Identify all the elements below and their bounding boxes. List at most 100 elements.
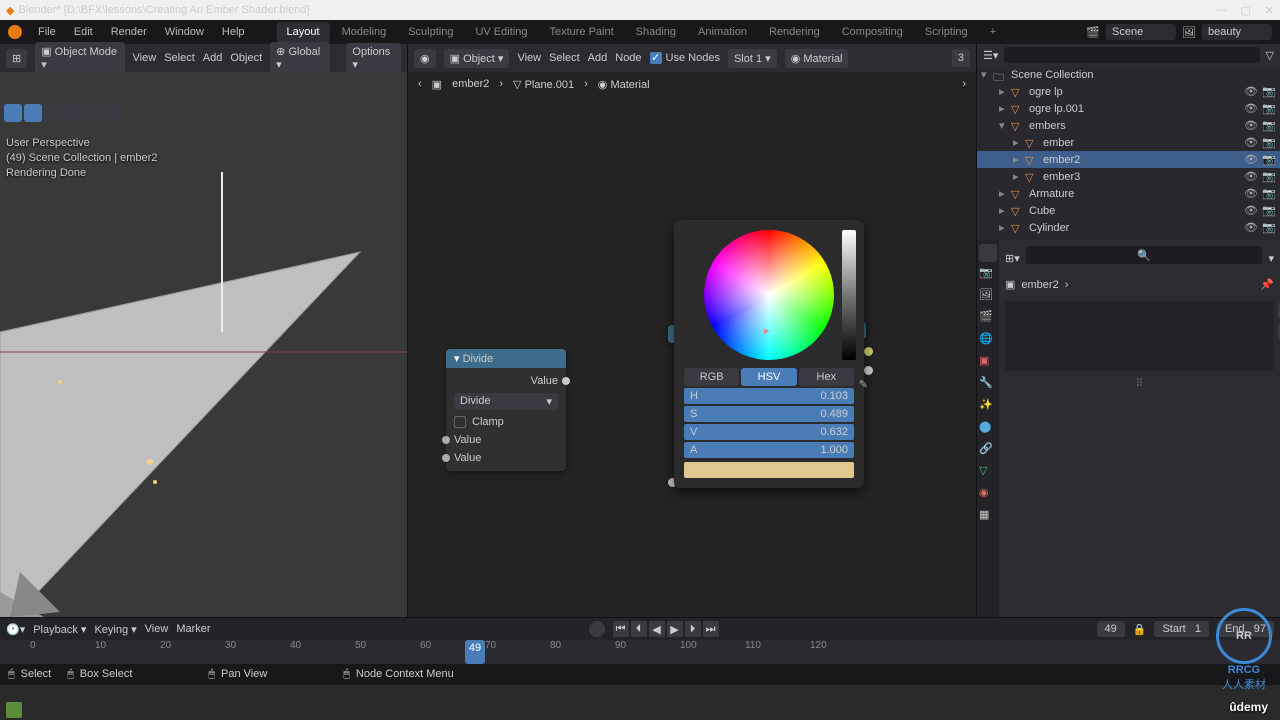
alpha-output-socket[interactable] — [864, 366, 873, 375]
chevron-left-icon[interactable]: ‹ — [418, 78, 422, 90]
camera-icon[interactable]: 📷 — [1262, 136, 1276, 149]
playhead[interactable]: 49 — [465, 640, 485, 664]
alpha-field[interactable]: A1.000 — [684, 442, 854, 458]
eyedropper-icon[interactable]: ✎ — [859, 378, 868, 391]
camera-icon[interactable]: 📷 — [1262, 204, 1276, 217]
outliner-item[interactable]: ▸▽ember3👁📷 — [977, 168, 1280, 185]
eye-icon[interactable]: 👁 — [1244, 204, 1258, 217]
prop-tab-particles[interactable]: ✨ — [979, 398, 997, 416]
vp-menu-view[interactable]: View — [133, 52, 157, 64]
properties-search[interactable]: 🔍 — [1026, 246, 1263, 264]
tab-rendering[interactable]: Rendering — [759, 22, 830, 42]
orientation-dropdown[interactable]: ⊕ Global ▾ — [270, 42, 330, 74]
eye-icon[interactable]: 👁 — [1244, 170, 1258, 183]
tab-hex[interactable]: Hex — [799, 368, 854, 386]
node-divide[interactable]: ▾ Divide Value Divide▾ Clamp Value Value — [446, 349, 566, 471]
eye-icon[interactable]: 👁 — [1244, 85, 1258, 98]
divide-value2[interactable]: Value — [454, 452, 481, 464]
menu-help[interactable]: Help — [214, 22, 253, 42]
keyframe-next-button[interactable]: ⏵ — [685, 621, 701, 637]
camera-icon[interactable]: 📷 — [1262, 85, 1276, 98]
slot-dropdown[interactable]: Slot 1 ▾ — [728, 49, 777, 68]
drag-handle[interactable]: ⠿ — [1005, 377, 1274, 390]
val-field[interactable]: V0.632 — [684, 424, 854, 440]
prop-tab-output[interactable]: 📷 — [979, 266, 997, 284]
tl-marker[interactable]: Marker — [176, 623, 210, 635]
value-slider[interactable] — [842, 230, 856, 360]
start-frame-field[interactable]: Start 1 — [1154, 621, 1209, 637]
viewport-mesh[interactable] — [0, 72, 408, 617]
outliner-root[interactable]: ▾🗀 Scene Collection — [977, 66, 1280, 83]
outliner-item[interactable]: ▸▽ogre lp.001👁📷 — [977, 100, 1280, 117]
menu-file[interactable]: File — [30, 22, 64, 42]
tab-shading[interactable]: Shading — [626, 22, 686, 42]
color-picker[interactable]: ▸ RGB HSV Hex ✎ H0.103 S0.489 V0.632 A1.… — [674, 220, 864, 488]
tl-view[interactable]: View — [145, 623, 169, 635]
editor-type-outliner-button[interactable]: ☰▾ — [983, 49, 998, 62]
shader-mode-dropdown[interactable]: ▣ Object ▾ — [444, 49, 510, 68]
tab-compositing[interactable]: Compositing — [832, 22, 913, 42]
color-wheel[interactable]: ▸ — [704, 230, 834, 360]
keyframe-prev-button[interactable]: ⏴ — [631, 621, 647, 637]
camera-icon[interactable]: 📷 — [1262, 102, 1276, 115]
prop-tab-object[interactable]: ▣ — [979, 354, 997, 372]
vp-menu-select[interactable]: Select — [164, 52, 195, 64]
tab-modeling[interactable]: Modeling — [332, 22, 397, 42]
material-selector[interactable]: ◉ Material — [785, 49, 849, 68]
pin-number[interactable]: 3 — [952, 49, 970, 67]
prop-tab-viewlayer[interactable]: 🖼 — [979, 288, 997, 306]
menu-edit[interactable]: Edit — [66, 22, 101, 42]
outliner-item[interactable]: ▸▽ogre lp👁📷 — [977, 83, 1280, 100]
close-button[interactable]: ✕ — [1265, 4, 1274, 17]
use-nodes-toggle[interactable]: ✓ Use Nodes — [650, 52, 720, 64]
camera-icon[interactable]: 📷 — [1262, 187, 1276, 200]
outliner-item[interactable]: ▸▽Cube👁📷 — [977, 202, 1280, 219]
prop-tab-modifiers[interactable]: 🔧 — [979, 376, 997, 394]
editor-type-shader-button[interactable]: ◉ — [414, 49, 436, 68]
sat-field[interactable]: S0.489 — [684, 406, 854, 422]
tab-animation[interactable]: Animation — [688, 22, 757, 42]
tab-sculpting[interactable]: Sculpting — [398, 22, 463, 42]
play-button[interactable]: ▶ — [667, 621, 683, 637]
prop-tab-world[interactable]: 🌐 — [979, 332, 997, 350]
tab-uv-editing[interactable]: UV Editing — [465, 22, 537, 42]
pin-icon[interactable]: 📌 — [1260, 278, 1274, 291]
crumb-material[interactable]: ◉ Material — [598, 78, 650, 91]
prop-tab-constraints[interactable]: 🔗 — [979, 442, 997, 460]
menu-render[interactable]: Render — [103, 22, 155, 42]
node-divide-header[interactable]: ▾ Divide — [446, 349, 566, 368]
divide-value1[interactable]: Value — [454, 434, 481, 446]
props-object-name[interactable]: ember2 — [1021, 279, 1058, 291]
color-output-socket[interactable] — [864, 347, 873, 356]
maximize-button[interactable]: ▢ — [1240, 4, 1250, 17]
current-frame-field[interactable]: 49 — [1097, 621, 1125, 637]
tl-playback[interactable]: Playback ▾ — [33, 623, 86, 636]
vp-menu-object[interactable]: Object — [230, 52, 262, 64]
object-mode-dropdown[interactable]: ▣ Object Mode ▾ — [35, 42, 124, 74]
camera-icon[interactable]: 📷 — [1262, 153, 1276, 166]
filter-icon[interactable]: ▽ — [1266, 49, 1274, 62]
crumb-world-icon[interactable]: ▣ — [432, 78, 442, 91]
outliner-item[interactable]: ▾▽embers👁📷 — [977, 117, 1280, 134]
camera-icon[interactable]: 📷 — [1262, 119, 1276, 132]
eye-icon[interactable]: 👁 — [1244, 221, 1258, 234]
editor-type-3dview-button[interactable]: ⊞ — [6, 49, 27, 68]
socket-in-2[interactable] — [442, 454, 450, 462]
chevron-down-icon[interactable]: ▾ — [1268, 252, 1274, 265]
socket-in-1[interactable] — [442, 436, 450, 444]
tab-layout[interactable]: Layout — [277, 22, 330, 42]
eye-icon[interactable]: 👁 — [1244, 102, 1258, 115]
play-rev-button[interactable]: ◀ — [649, 621, 665, 637]
eye-icon[interactable]: 👁 — [1244, 119, 1258, 132]
scene-field[interactable]: Scene — [1106, 24, 1176, 40]
outliner-item[interactable]: ▸▽ember👁📷 — [977, 134, 1280, 151]
timeline-track[interactable]: 0102030405060708090100110120 49 — [0, 640, 1280, 664]
menu-window[interactable]: Window — [157, 22, 212, 42]
ne-menu-add[interactable]: Add — [588, 52, 608, 64]
lock-icon[interactable]: 🔒 — [1133, 623, 1147, 636]
jump-start-button[interactable]: ⏮ — [613, 621, 629, 637]
hue-field[interactable]: H0.103 — [684, 388, 854, 404]
tab-texture-paint[interactable]: Texture Paint — [539, 22, 623, 42]
prop-tab-material[interactable]: ◉ — [979, 486, 997, 504]
corner-widget[interactable] — [6, 702, 22, 718]
